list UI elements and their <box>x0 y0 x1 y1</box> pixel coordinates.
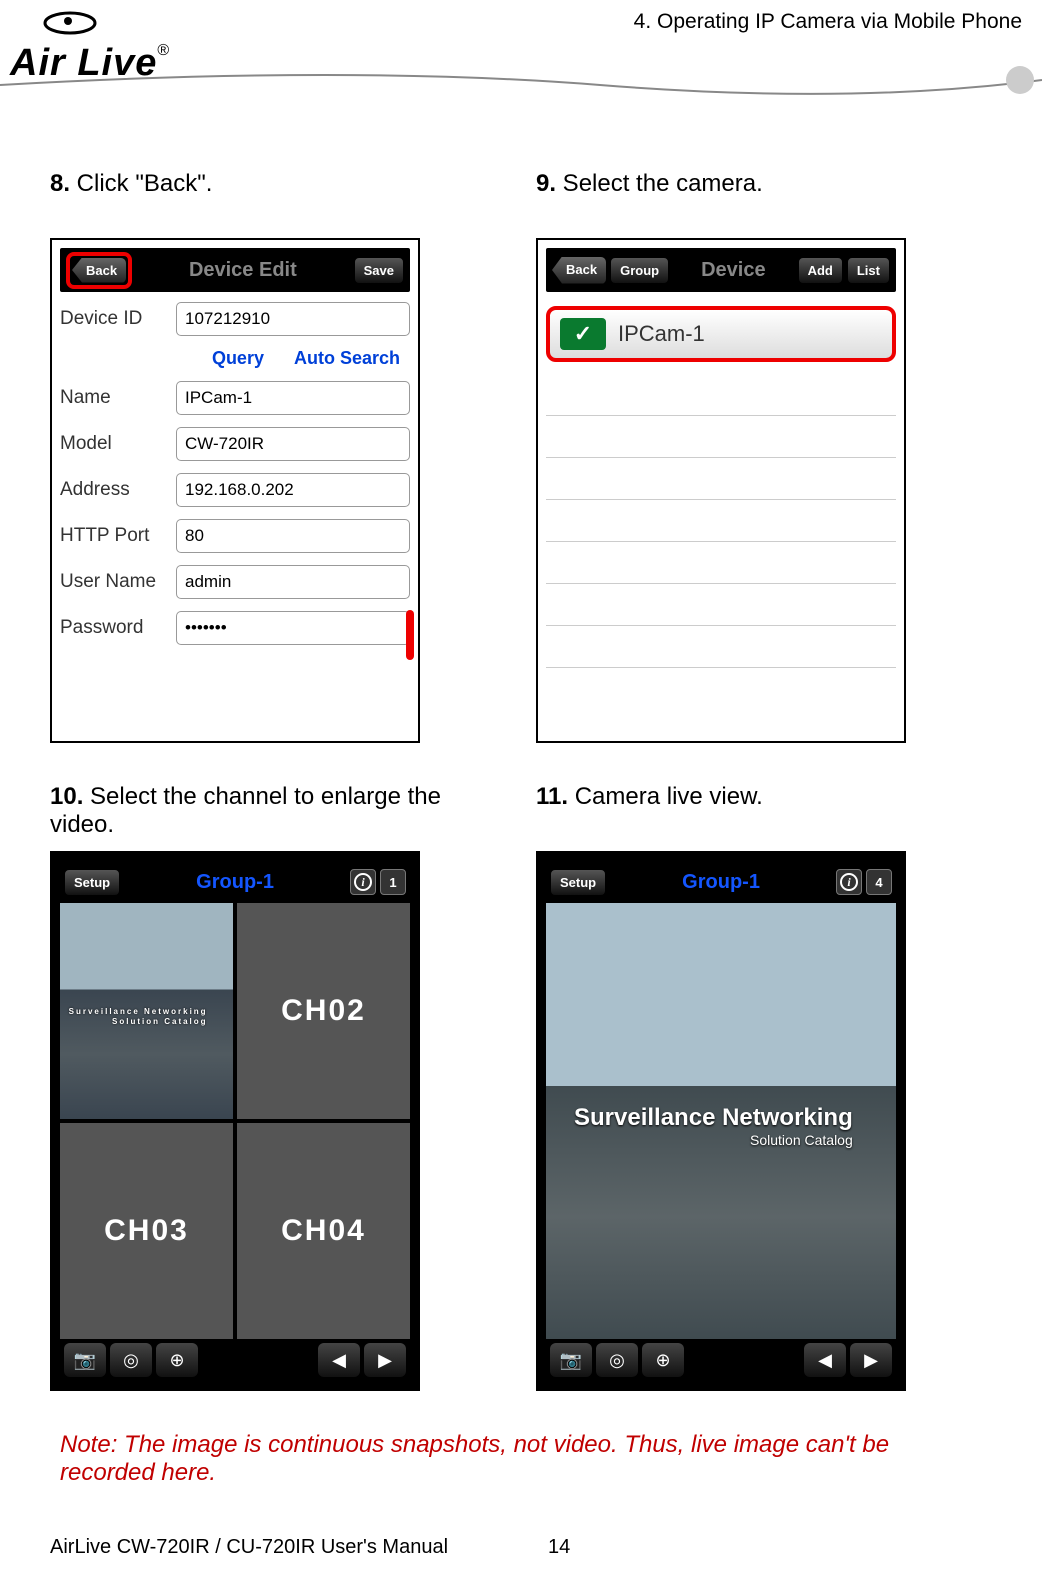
next-icon[interactable]: ▶ <box>364 1343 406 1377</box>
setup-button[interactable]: Setup <box>64 869 120 896</box>
step10-screenshot: Setup Group-1 i 1 Surveillance Networkin… <box>50 851 420 1391</box>
video-topbar: Setup Group-1 i 4 <box>546 861 896 903</box>
step8-num: 8. <box>50 170 70 197</box>
live-preview-text: Surveillance Networking Solution Catalog <box>69 1007 208 1027</box>
setup-button[interactable]: Setup <box>550 869 606 896</box>
http-port-field[interactable]: 80 <box>176 519 410 553</box>
group-title: Group-1 <box>196 871 274 894</box>
device-edit-topbar: Back Device Edit Save <box>60 248 410 292</box>
device-list-topbar: Back Group Device Add List <box>546 248 896 292</box>
info-icon[interactable]: i <box>836 869 862 895</box>
group-title: Group-1 <box>682 871 760 894</box>
back-button[interactable]: Back <box>552 257 606 284</box>
video-bottombar: 📷 ◎ ⊕ ◀ ▶ <box>546 1339 896 1381</box>
username-field[interactable]: admin <box>176 565 410 599</box>
next-icon[interactable]: ▶ <box>850 1343 892 1377</box>
tool-icon[interactable]: ◎ <box>596 1343 638 1377</box>
page-footer: AirLive CW-720IR / CU-720IR User's Manua… <box>50 1536 992 1559</box>
page-number: 14 <box>548 1536 570 1559</box>
model-label: Model <box>60 433 170 455</box>
info-icon[interactable]: i <box>350 869 376 895</box>
name-field[interactable]: IPCam-1 <box>176 381 410 415</box>
back-button[interactable]: Back <box>72 258 126 283</box>
live-view-fullscreen[interactable]: Surveillance Networking Solution Catalog <box>546 903 896 1339</box>
camera-name-label: IPCam-1 <box>618 321 705 347</box>
page-header: Air Live® 4. Operating IP Camera via Mob… <box>0 0 1042 120</box>
step9-caption: 9. Select the camera. <box>536 170 992 230</box>
save-button[interactable]: Save <box>354 257 404 284</box>
device-id-field[interactable]: 107212910 <box>176 302 410 336</box>
device-id-label: Device ID <box>60 308 170 330</box>
snapshot-icon[interactable]: 📷 <box>550 1343 592 1377</box>
note-text: Note: The image is continuous snapshots,… <box>50 1431 992 1487</box>
step10-caption: 10. Select the channel to enlarge the vi… <box>50 783 506 843</box>
manual-title: AirLive CW-720IR / CU-720IR User's Manua… <box>50 1536 448 1559</box>
step10-num: 10. <box>50 783 83 810</box>
password-field[interactable]: ••••••• <box>176 611 410 645</box>
camera-list-item[interactable]: ✓ IPCam-1 <box>546 306 896 362</box>
tool-icon[interactable]: ◎ <box>110 1343 152 1377</box>
layout-1-button[interactable]: 1 <box>380 869 406 895</box>
svg-text:i: i <box>847 875 851 889</box>
channel-2-tile[interactable]: CH02 <box>237 903 410 1119</box>
step8-screenshot: Back Device Edit Save Device ID 10721291… <box>50 238 420 743</box>
channel-3-tile[interactable]: CH03 <box>60 1123 233 1339</box>
channel-4-tile[interactable]: CH04 <box>237 1123 410 1339</box>
username-label: User Name <box>60 571 170 593</box>
channel-1-tile[interactable]: Surveillance Networking Solution Catalog <box>60 903 233 1119</box>
svg-text:i: i <box>361 875 365 889</box>
empty-list-rows <box>546 374 896 668</box>
address-label: Address <box>60 479 170 501</box>
chapter-title: 4. Operating IP Camera via Mobile Phone <box>634 10 1022 34</box>
device-title: Device <box>701 259 766 282</box>
password-label: Password <box>60 617 170 639</box>
right-highlight-bar <box>406 610 414 660</box>
step9-screenshot: Back Group Device Add List ✓ IPCam-1 <box>536 238 906 743</box>
query-link[interactable]: Query <box>212 348 264 369</box>
address-field[interactable]: 192.168.0.202 <box>176 473 410 507</box>
device-edit-title: Device Edit <box>189 259 297 282</box>
layout-4-button[interactable]: 4 <box>866 869 892 895</box>
step11-num: 11. <box>536 783 568 810</box>
group-button[interactable]: Group <box>610 257 669 284</box>
video-bottombar: 📷 ◎ ⊕ ◀ ▶ <box>60 1339 410 1381</box>
model-field[interactable]: CW-720IR <box>176 427 410 461</box>
add-button[interactable]: Add <box>798 257 843 284</box>
http-port-label: HTTP Port <box>60 525 170 547</box>
step11-screenshot: Setup Group-1 i 4 Surveillance Networkin… <box>536 851 906 1391</box>
snapshot-icon[interactable]: 📷 <box>64 1343 106 1377</box>
step8-caption: 8. Click "Back". <box>50 170 506 230</box>
auto-search-link[interactable]: Auto Search <box>294 348 400 369</box>
prev-icon[interactable]: ◀ <box>318 1343 360 1377</box>
step11-caption: 11. Camera live view. <box>536 783 992 843</box>
back-button-highlight: Back <box>66 252 132 289</box>
name-label: Name <box>60 387 170 409</box>
list-button[interactable]: List <box>847 257 890 284</box>
record-icon[interactable]: ⊕ <box>642 1343 684 1377</box>
check-icon: ✓ <box>560 318 606 350</box>
live-view-overlay-text: Surveillance Networking Solution Catalog <box>574 1104 853 1148</box>
registered-mark: ® <box>157 42 169 59</box>
video-topbar: Setup Group-1 i 1 <box>60 861 410 903</box>
step9-num: 9. <box>536 170 556 197</box>
prev-icon[interactable]: ◀ <box>804 1343 846 1377</box>
record-icon[interactable]: ⊕ <box>156 1343 198 1377</box>
header-divider-curve <box>0 60 1042 120</box>
